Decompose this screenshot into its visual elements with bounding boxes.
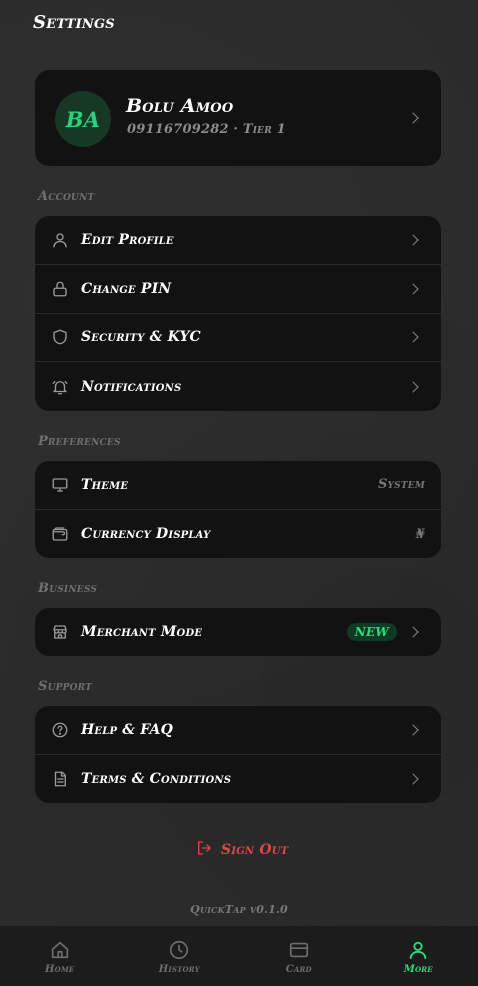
row-label: Change PIN <box>81 280 172 297</box>
section-label-business: Business <box>38 581 98 596</box>
account-card: Edit Profile Change PIN Security & KYC N… <box>35 216 441 411</box>
avatar: BA <box>55 91 111 147</box>
row-label: Security & KYC <box>81 329 201 346</box>
chevron-right-icon <box>407 331 419 344</box>
shield-icon <box>51 328 69 346</box>
tab-label: More <box>403 964 433 975</box>
document-icon <box>51 770 69 788</box>
lock-icon <box>51 280 69 298</box>
business-card: Merchant Mode NEW <box>35 608 441 656</box>
sign-out-icon <box>195 839 213 861</box>
row-help-faq[interactable]: Help & FAQ <box>35 706 441 755</box>
home-icon <box>49 939 71 961</box>
tab-history[interactable]: History <box>120 926 240 986</box>
chevron-right-icon <box>407 773 419 785</box>
currency-value: ₦ <box>415 526 425 542</box>
chevron-right-icon <box>407 234 419 246</box>
profile-subtitle: 09116709282 · Tier 1 <box>127 122 286 137</box>
row-label: Notifications <box>81 378 182 395</box>
monitor-icon <box>51 476 69 494</box>
support-card: Help & FAQ Terms & Conditions <box>35 706 441 803</box>
row-security-kyc[interactable]: Security & KYC <box>35 314 441 363</box>
row-label: Edit Profile <box>81 231 174 248</box>
new-badge: NEW <box>346 623 397 641</box>
help-circle-icon <box>51 721 69 739</box>
wallet-icon <box>51 525 69 543</box>
tab-label: Home <box>45 964 75 975</box>
row-change-pin[interactable]: Change PIN <box>35 265 441 314</box>
chevron-right-icon <box>407 724 419 736</box>
row-merchant-mode[interactable]: Merchant Mode NEW <box>35 608 441 656</box>
row-label: Theme <box>81 476 129 493</box>
clock-icon <box>168 939 190 961</box>
profile-name: Bolu Amoo <box>126 95 234 117</box>
profile-card[interactable]: BA Bolu Amoo 09116709282 · Tier 1 <box>35 70 441 166</box>
settings-screen: Settings BA Bolu Amoo 09116709282 · Tier… <box>0 0 478 986</box>
tab-card[interactable]: Card <box>239 926 359 986</box>
preferences-card: Theme System Currency Display ₦ <box>35 461 441 558</box>
row-currency-display[interactable]: Currency Display ₦ <box>35 510 441 558</box>
theme-value: System <box>377 477 425 493</box>
row-label: Help & FAQ <box>81 721 173 738</box>
sign-out-label: Sign Out <box>221 842 289 858</box>
tab-home[interactable]: Home <box>0 926 120 986</box>
sign-out-button[interactable]: Sign Out <box>195 839 288 861</box>
row-label: Terms & Conditions <box>81 771 232 788</box>
row-notifications[interactable]: Notifications <box>35 362 441 411</box>
app-version: QuickTap v0.1.0 <box>190 903 288 916</box>
section-label-preferences: Preferences <box>38 434 121 449</box>
row-theme[interactable]: Theme System <box>35 461 441 510</box>
page-title: Settings <box>33 12 115 33</box>
bottom-tab-bar: Home History Card More <box>0 926 478 986</box>
row-label: Currency Display <box>81 526 211 543</box>
bell-icon <box>51 378 69 396</box>
chevron-right-icon <box>407 282 419 295</box>
user-icon <box>51 231 69 249</box>
tab-more[interactable]: More <box>359 926 478 986</box>
chevron-right-icon <box>407 626 419 638</box>
tab-label: History <box>158 964 200 975</box>
person-icon <box>407 939 429 961</box>
card-icon <box>288 939 310 961</box>
chevron-right-icon <box>407 380 419 393</box>
row-terms-conditions[interactable]: Terms & Conditions <box>35 755 441 803</box>
tab-label: Card <box>285 964 312 975</box>
store-icon <box>51 623 69 641</box>
row-edit-profile[interactable]: Edit Profile <box>35 216 441 265</box>
section-label-support: Support <box>38 679 93 694</box>
section-label-account: Account <box>38 189 95 204</box>
chevron-right-icon <box>407 112 419 124</box>
row-label: Merchant Mode <box>81 624 203 640</box>
